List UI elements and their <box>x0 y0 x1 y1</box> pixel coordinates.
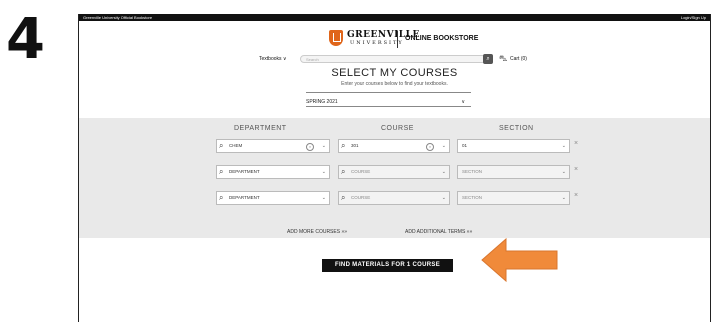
term-select[interactable]: SPRING 2021 ∨ <box>306 97 471 107</box>
search-icon: ⌕ <box>341 193 346 202</box>
section-value: 01 <box>462 143 468 148</box>
section-field[interactable]: SECTION ⌄ <box>457 191 570 205</box>
top-bar: Greenville University Official Bookstore… <box>79 14 710 21</box>
textbooks-menu[interactable]: Textbooks ∨ <box>259 56 287 62</box>
pointer-arrow-icon <box>481 237 558 283</box>
remove-row-icon[interactable]: × <box>574 140 578 147</box>
course-placeholder: COURSE <box>351 169 371 174</box>
search-icon: ⌕ <box>341 167 346 176</box>
search-icon: ⌕ <box>219 141 224 150</box>
search-icon: ⌕ <box>219 193 224 202</box>
cart-link[interactable]: Cart (0) <box>510 56 527 62</box>
course-value: 301 <box>351 143 359 148</box>
course-field[interactable]: ⌕ COURSE ⌄ <box>338 165 450 179</box>
search-icon: ⌕ <box>219 167 224 176</box>
chevron-down-icon[interactable]: ⌄ <box>562 140 566 152</box>
chevron-down-icon[interactable]: ⌄ <box>442 192 446 204</box>
brand-subname: UNIVERSITY <box>350 40 404 46</box>
header-logo[interactable]: GREENVILLE UNIVERSITY ONLINE BOOKSTORE <box>79 28 710 50</box>
department-value: CHEM <box>229 143 243 148</box>
chevron-down-icon[interactable]: ⌄ <box>322 140 326 152</box>
shield-icon <box>329 30 343 46</box>
course-field[interactable]: ⌕ 301 × ⌄ <box>338 139 450 153</box>
logo-divider <box>397 31 398 48</box>
step-number: 4 <box>6 7 45 72</box>
department-field[interactable]: ⌕ DEPARTMENT ⌄ <box>216 165 330 179</box>
remove-row-icon[interactable]: × <box>574 166 578 173</box>
clear-icon[interactable]: × <box>306 143 314 151</box>
topbar-store-name: Greenville University Official Bookstore <box>83 15 153 20</box>
add-more-courses-link[interactable]: ADD MORE COURSES »» <box>287 229 347 235</box>
add-additional-terms-link[interactable]: ADD ADDITIONAL TERMS »» <box>405 229 472 235</box>
browser-frame: Greenville University Official Bookstore… <box>78 14 711 322</box>
page-title: SELECT MY COURSES <box>331 67 458 79</box>
remove-row-icon[interactable]: × <box>574 192 578 199</box>
nav-bar: Textbooks ∨ Search ⌕ ⛍ Cart (0) <box>79 54 710 66</box>
term-value: SPRING 2021 <box>306 99 338 105</box>
divider <box>306 92 471 93</box>
chevron-down-icon: ∨ <box>461 99 465 105</box>
course-field[interactable]: ⌕ COURSE ⌄ <box>338 191 450 205</box>
page-subtitle: Enter your courses below to find your te… <box>341 81 448 87</box>
clear-icon[interactable]: × <box>426 143 434 151</box>
chevron-down-icon[interactable]: ⌄ <box>442 140 446 152</box>
section-placeholder: SECTION <box>462 195 483 200</box>
department-placeholder: DEPARTMENT <box>229 195 260 200</box>
department-placeholder: DEPARTMENT <box>229 169 260 174</box>
chevron-down-icon[interactable]: ⌄ <box>562 166 566 178</box>
search-button[interactable]: ⌕ <box>483 54 493 64</box>
chevron-down-icon[interactable]: ⌄ <box>322 192 326 204</box>
store-label: ONLINE BOOKSTORE <box>405 35 479 42</box>
chevron-down-icon[interactable]: ⌄ <box>442 166 446 178</box>
find-materials-button[interactable]: FIND MATERIALS FOR 1 COURSE <box>322 259 453 272</box>
login-signup-link[interactable]: Login/Sign Up <box>681 14 706 21</box>
course-column-header: COURSE <box>381 125 414 132</box>
department-column-header: DEPARTMENT <box>234 125 287 132</box>
chevron-down-icon[interactable]: ⌄ <box>562 192 566 204</box>
department-field[interactable]: ⌕ DEPARTMENT ⌄ <box>216 191 330 205</box>
search-input[interactable]: Search <box>300 55 486 63</box>
chevron-down-icon[interactable]: ⌄ <box>322 166 326 178</box>
cart-icon[interactable]: ⛍ <box>499 54 507 64</box>
section-placeholder: SECTION <box>462 169 483 174</box>
section-column-header: SECTION <box>499 125 534 132</box>
section-field[interactable]: 01 ⌄ <box>457 139 570 153</box>
search-icon: ⌕ <box>341 141 346 150</box>
section-field[interactable]: SECTION ⌄ <box>457 165 570 179</box>
search-icon: ⌕ <box>486 56 490 62</box>
department-field[interactable]: ⌕ CHEM × ⌄ <box>216 139 330 153</box>
course-placeholder: COURSE <box>351 195 371 200</box>
